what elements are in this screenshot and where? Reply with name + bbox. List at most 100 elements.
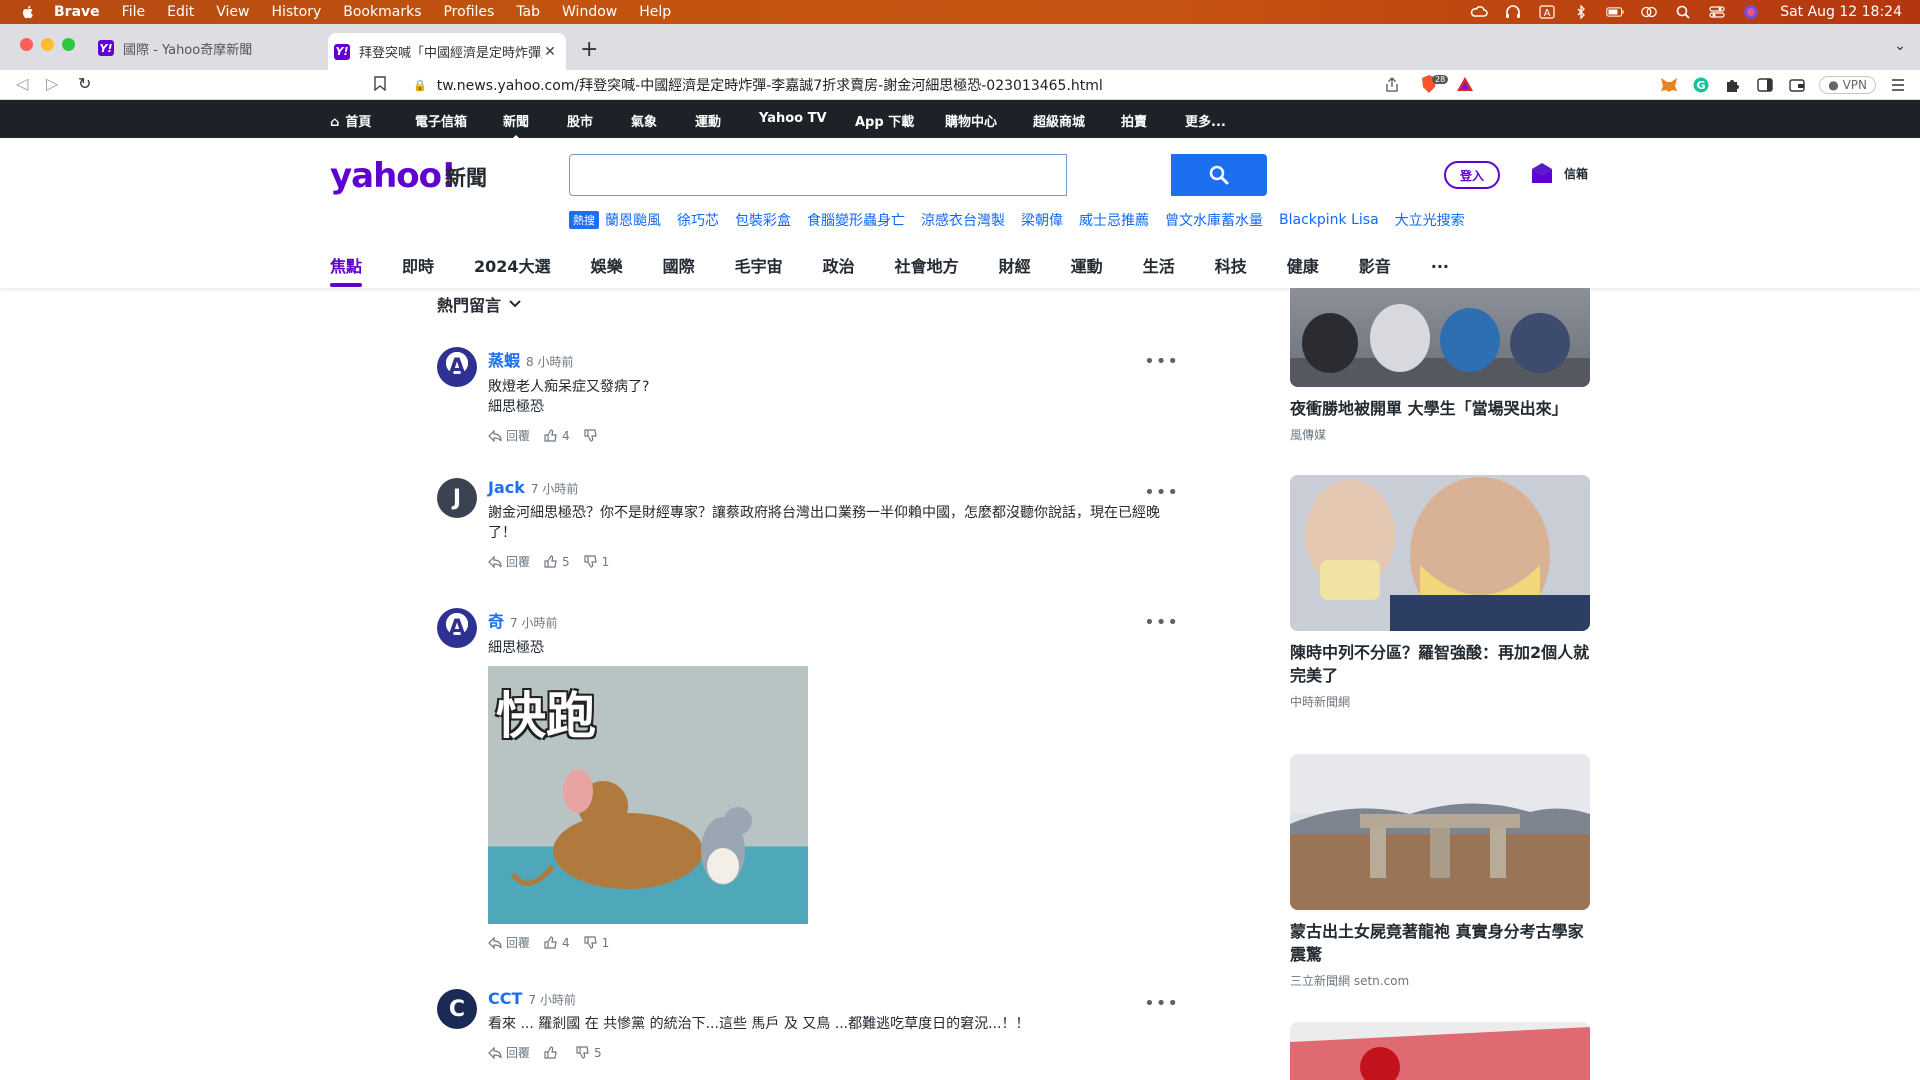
extensions-puzzle-icon[interactable] [1723,75,1743,95]
story-thumbnail[interactable] [1290,1022,1590,1080]
topnav-more[interactable]: 更多... [1185,111,1226,130]
trending-item[interactable]: 徐巧芯 [677,210,719,230]
topnav-app-download[interactable]: App 下載 [855,111,914,130]
menu-history[interactable]: History [271,4,321,20]
category-politics[interactable]: 政治 [823,253,855,277]
category-finance[interactable]: 財經 [999,253,1031,277]
headphones-icon[interactable] [1504,5,1522,19]
reload-icon[interactable]: ↻ [78,74,91,93]
login-button[interactable]: 登入 [1444,161,1500,189]
comment-author[interactable]: 奇 [488,608,504,632]
category-life[interactable]: 生活 [1143,253,1175,277]
yahoo-logo[interactable]: yahoo! [330,156,457,196]
trending-item[interactable]: Blackpink Lisa [1279,212,1379,228]
brave-shields-button[interactable]: 28 [1420,74,1449,94]
close-tab-icon[interactable]: ✕ [542,44,558,60]
avatar[interactable]: C [437,989,477,1029]
topnav-weather[interactable]: 氣象 [631,111,657,130]
lock-icon[interactable]: 🔒 [413,79,427,92]
trending-item[interactable]: 威士忌推薦 [1079,210,1149,230]
category-video[interactable]: 影音 [1359,253,1391,277]
story-title[interactable]: 陳時中列不分區？羅智強酸：再加2個人就完美了 [1290,641,1590,687]
category-pets[interactable]: 毛宇宙 [735,253,783,277]
comment-author[interactable]: Jack [488,478,525,497]
topnav-auction[interactable]: 拍賣 [1121,111,1147,130]
spotlight-search-icon[interactable] [1674,5,1692,19]
reply-button[interactable]: 回覆 [488,553,530,570]
category-society[interactable]: 社會地方 [895,253,959,277]
reply-button[interactable]: 回覆 [488,1044,530,1061]
comment-gif-image[interactable]: 快跑 [488,666,808,924]
comment-author[interactable]: CCT [488,989,522,1008]
siri-icon[interactable] [1742,5,1760,19]
back-icon[interactable]: ◁ [16,74,28,93]
share-icon[interactable] [1385,77,1399,93]
trending-item[interactable]: 大立光搜索 [1395,210,1465,230]
topnav-mail[interactable]: 電子信箱 [415,111,467,130]
dislike-button[interactable]: 1 [584,936,609,950]
menu-view[interactable]: View [216,4,249,20]
avatar[interactable]: J [437,478,477,518]
hamburger-menu-icon[interactable] [1888,75,1908,95]
story-thumbnail[interactable] [1290,754,1590,910]
story-thumbnail[interactable] [1290,475,1590,631]
input-source-icon[interactable]: A [1538,5,1556,19]
dislike-button[interactable]: 5 [576,1046,602,1060]
menu-tab[interactable]: Tab [516,4,540,20]
like-button[interactable]: 4 [544,429,570,443]
avatar[interactable]: A [437,608,477,648]
category-entertainment[interactable]: 娛樂 [591,253,623,277]
category-sports[interactable]: 運動 [1071,253,1103,277]
trending-item[interactable]: 曾文水庫蓄水量 [1165,210,1263,230]
fullscreen-window-button[interactable] [62,38,75,51]
menu-window[interactable]: Window [562,4,617,20]
category-election[interactable]: 2024大選 [474,253,551,277]
rail-story[interactable]: 蒙古出土女屍竟著龍袍 真實身分考古學家震驚 三立新聞網 setn.com [1290,754,1590,989]
topnav-news[interactable]: 新聞 [503,111,529,141]
menu-edit[interactable]: Edit [167,4,194,20]
forward-icon[interactable]: ▷ [46,74,58,93]
category-realtime[interactable]: 即時 [402,253,434,277]
search-input[interactable] [569,154,1067,196]
like-button[interactable] [544,1046,562,1059]
url-field[interactable]: 🔒 tw.news.yahoo.com/拜登突喊-中國經濟是定時炸彈-李嘉誠7折… [365,72,1475,98]
more-options-icon[interactable]: ••• [1144,351,1179,372]
trending-item[interactable]: 梁朝偉 [1021,210,1063,230]
story-thumbnail[interactable] [1290,288,1590,387]
tab-list-chevron-icon[interactable]: ⌄ [1894,38,1906,54]
more-options-icon[interactable]: ••• [1144,993,1179,1014]
topnav-sports[interactable]: 運動 [695,111,721,130]
sidebar-toggle-icon[interactable] [1755,75,1775,95]
category-tech[interactable]: 科技 [1215,253,1247,277]
close-window-button[interactable] [20,38,33,51]
minimize-window-button[interactable] [41,38,54,51]
mail-link[interactable]: 信箱 [1530,162,1588,184]
topnav-stocks[interactable]: 股市 [567,111,593,130]
rail-story[interactable]: 陳時中列不分區？羅智強酸：再加2個人就完美了 中時新聞網 [1290,475,1590,710]
topnav-home[interactable]: ⌂ 首頁 [330,111,371,130]
menu-bookmarks[interactable]: Bookmarks [343,4,421,20]
trending-item[interactable]: 蘭恩颱風 [605,210,661,230]
screen-mirroring-icon[interactable] [1640,5,1658,19]
menu-app-name[interactable]: Brave [54,4,100,20]
category-focus[interactable]: 焦點 [330,253,363,287]
reply-button[interactable]: 回覆 [488,427,530,444]
topnav-mall[interactable]: 超級商城 [1033,111,1085,130]
browser-tab-2-active[interactable]: Y! 拜登突喊「中國經濟是定時炸彈」 ✕ [328,33,566,70]
wallet-icon[interactable] [1787,75,1807,95]
rail-story[interactable] [1290,1022,1590,1080]
topnav-shopping[interactable]: 購物中心 [945,111,997,130]
browser-tab-1[interactable]: Y! 國際 - Yahoo奇摩新聞 [92,33,314,63]
story-title[interactable]: 夜衝勝地被開單 大學生「當場哭出來」 [1290,397,1590,420]
dislike-button[interactable]: 1 [584,555,609,569]
menu-help[interactable]: Help [639,4,671,20]
metamask-fox-icon[interactable] [1659,75,1679,95]
trending-item[interactable]: 涼感衣台灣製 [921,210,1005,230]
rail-story[interactable]: 夜衝勝地被開單 大學生「當場哭出來」 風傳媒 [1290,288,1590,443]
menu-file[interactable]: File [122,4,145,20]
new-tab-icon[interactable]: + [580,37,598,62]
control-center-icon[interactable] [1708,5,1726,19]
more-options-icon[interactable]: ••• [1144,612,1179,633]
brave-rewards-icon[interactable] [1456,76,1474,92]
hot-comments-sort[interactable]: 熱門留言 [437,292,521,316]
